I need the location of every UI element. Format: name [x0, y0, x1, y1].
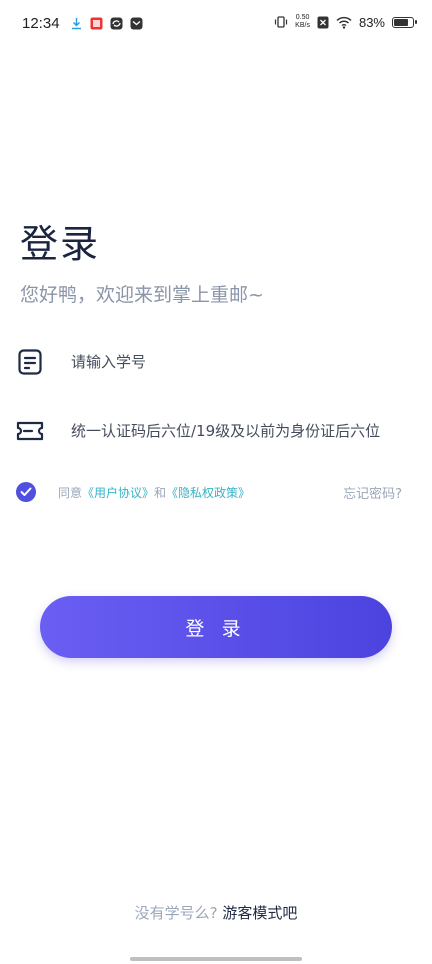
- guest-mode-row: 没有学号么? 游客模式吧: [0, 902, 432, 923]
- download-icon: [72, 18, 81, 30]
- student-id-input[interactable]: [71, 353, 401, 371]
- battery-percent: 83%: [358, 14, 385, 30]
- guest-mode-link[interactable]: 游客模式吧: [222, 904, 297, 922]
- password-input[interactable]: [71, 422, 401, 440]
- vibrate-icon: [275, 16, 288, 28]
- agreement-text: 同意《用户协议》和《隐私权政策》: [58, 484, 250, 501]
- ticket-icon: [16, 417, 44, 445]
- no-student-id-text: 没有学号么?: [134, 904, 218, 922]
- login-button[interactable]: 登 录: [40, 596, 392, 658]
- notification-icons: [70, 17, 143, 30]
- forgot-password-link[interactable]: 忘记密码?: [343, 483, 402, 502]
- agree-and: 和: [154, 485, 167, 500]
- sync-icon: [110, 17, 123, 30]
- battery-level: [394, 18, 408, 26]
- agree-checkbox[interactable]: [16, 482, 36, 502]
- wifi-icon: [336, 16, 352, 29]
- user-agreement-link[interactable]: 《用户协议》: [82, 486, 154, 500]
- net-speed: 0.50 KB/s: [295, 14, 310, 30]
- id-card-icon: [16, 348, 44, 376]
- checkmark-icon: [20, 487, 32, 496]
- battery-icon: [392, 16, 417, 28]
- app-notification-icon: [90, 17, 103, 30]
- agreement-row: 同意《用户协议》和《隐私权政策》 忘记密码?: [16, 480, 402, 504]
- message-icon: [130, 17, 143, 30]
- status-time: 12:34: [22, 15, 60, 32]
- net-speed-unit: KB/s: [295, 22, 310, 29]
- privacy-policy-link[interactable]: 《隐私权政策》: [166, 486, 250, 500]
- no-sim-icon: [317, 16, 329, 28]
- system-icons: 0.50 KB/s 83%: [274, 14, 417, 30]
- student-id-field[interactable]: [16, 342, 406, 382]
- net-speed-value: 0.50: [295, 14, 310, 21]
- page-title: 登录: [20, 222, 101, 266]
- status-bar: 12:34 0.50 KB/s 83%: [0, 0, 432, 50]
- password-field[interactable]: [16, 411, 406, 451]
- home-indicator[interactable]: [130, 957, 302, 961]
- welcome-subtitle: 您好鸭，欢迎来到掌上重邮~: [20, 284, 264, 306]
- agree-prefix: 同意: [58, 485, 83, 500]
